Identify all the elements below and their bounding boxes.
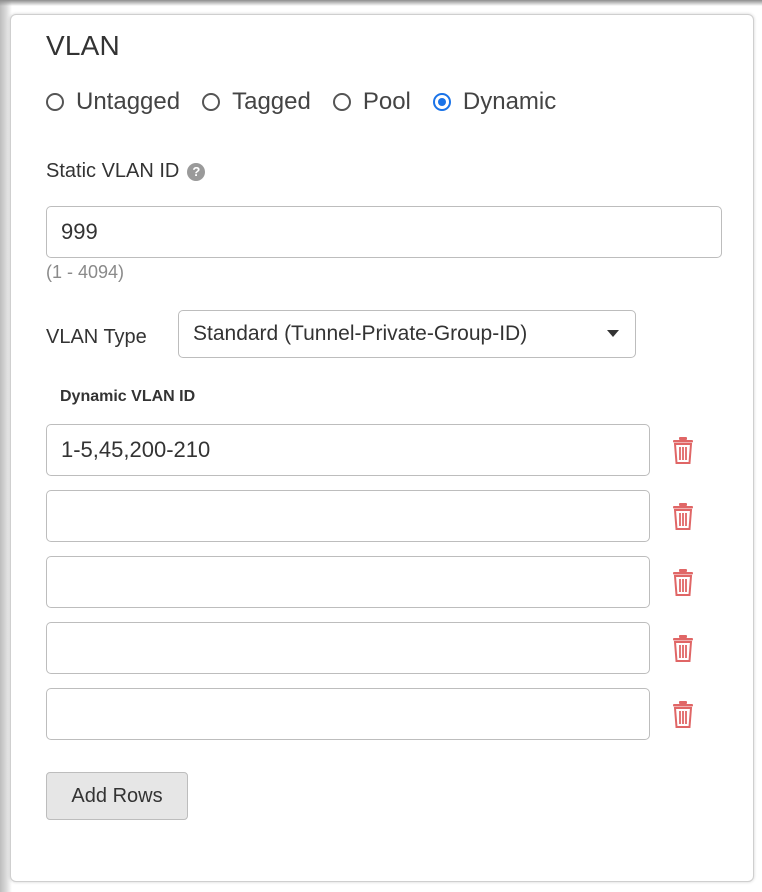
vlan-mode-radio-group: Untagged Tagged Pool Dynamic xyxy=(46,88,578,116)
vlan-type-label: VLAN Type xyxy=(46,326,147,348)
radio-pool-label: Pool xyxy=(362,88,411,115)
chevron-down-icon xyxy=(607,330,619,337)
radio-pool-circle[interactable] xyxy=(332,93,351,111)
radio-tagged-label: Tagged xyxy=(232,88,311,115)
radio-untagged-label: Untagged xyxy=(76,88,181,115)
window-shadow xyxy=(0,0,762,6)
radio-dynamic[interactable]: Dynamic xyxy=(432,88,557,116)
radio-dynamic-label: Dynamic xyxy=(462,88,557,115)
radio-tagged-circle[interactable] xyxy=(202,93,221,111)
static-vlan-id-label-text: Static VLAN ID xyxy=(46,160,180,182)
static-vlan-id-range-hint: (1 - 4094) xyxy=(46,262,125,282)
trash-icon[interactable] xyxy=(672,700,694,728)
radio-untagged[interactable]: Untagged xyxy=(46,88,180,116)
radio-dynamic-circle[interactable] xyxy=(432,93,451,111)
dynamic-vlan-row-1-value: 1-5,45,200-210 xyxy=(61,437,211,462)
trash-icon[interactable] xyxy=(672,502,694,530)
dynamic-vlan-row-1-input[interactable]: 1-5,45,200-210 xyxy=(46,424,650,476)
dynamic-vlan-id-heading: Dynamic VLAN ID xyxy=(60,388,196,405)
vlan-type-select[interactable]: Standard (Tunnel-Private-Group-ID) xyxy=(178,310,636,358)
dynamic-vlan-row-3-input[interactable] xyxy=(46,556,650,608)
static-vlan-id-input[interactable]: 999 xyxy=(46,206,722,258)
dynamic-vlan-row-2-input[interactable] xyxy=(46,490,650,542)
trash-icon[interactable] xyxy=(672,634,694,662)
static-vlan-id-label: Static VLAN ID ? xyxy=(46,160,206,183)
radio-pool[interactable]: Pool xyxy=(332,88,411,116)
vlan-type-selected-value: Standard (Tunnel-Private-Group-ID) xyxy=(193,322,528,345)
trash-icon[interactable] xyxy=(672,568,694,596)
dynamic-vlan-row-4-input[interactable] xyxy=(46,622,650,674)
radio-untagged-circle[interactable] xyxy=(46,93,64,111)
radio-tagged[interactable]: Tagged xyxy=(202,88,311,116)
section-title: VLAN xyxy=(46,30,120,61)
static-vlan-id-value: 999 xyxy=(61,219,98,244)
trash-icon[interactable] xyxy=(672,436,694,464)
help-icon[interactable]: ? xyxy=(187,162,206,181)
add-rows-button[interactable]: Add Rows xyxy=(46,772,188,820)
dynamic-vlan-row-5-input[interactable] xyxy=(46,688,650,740)
